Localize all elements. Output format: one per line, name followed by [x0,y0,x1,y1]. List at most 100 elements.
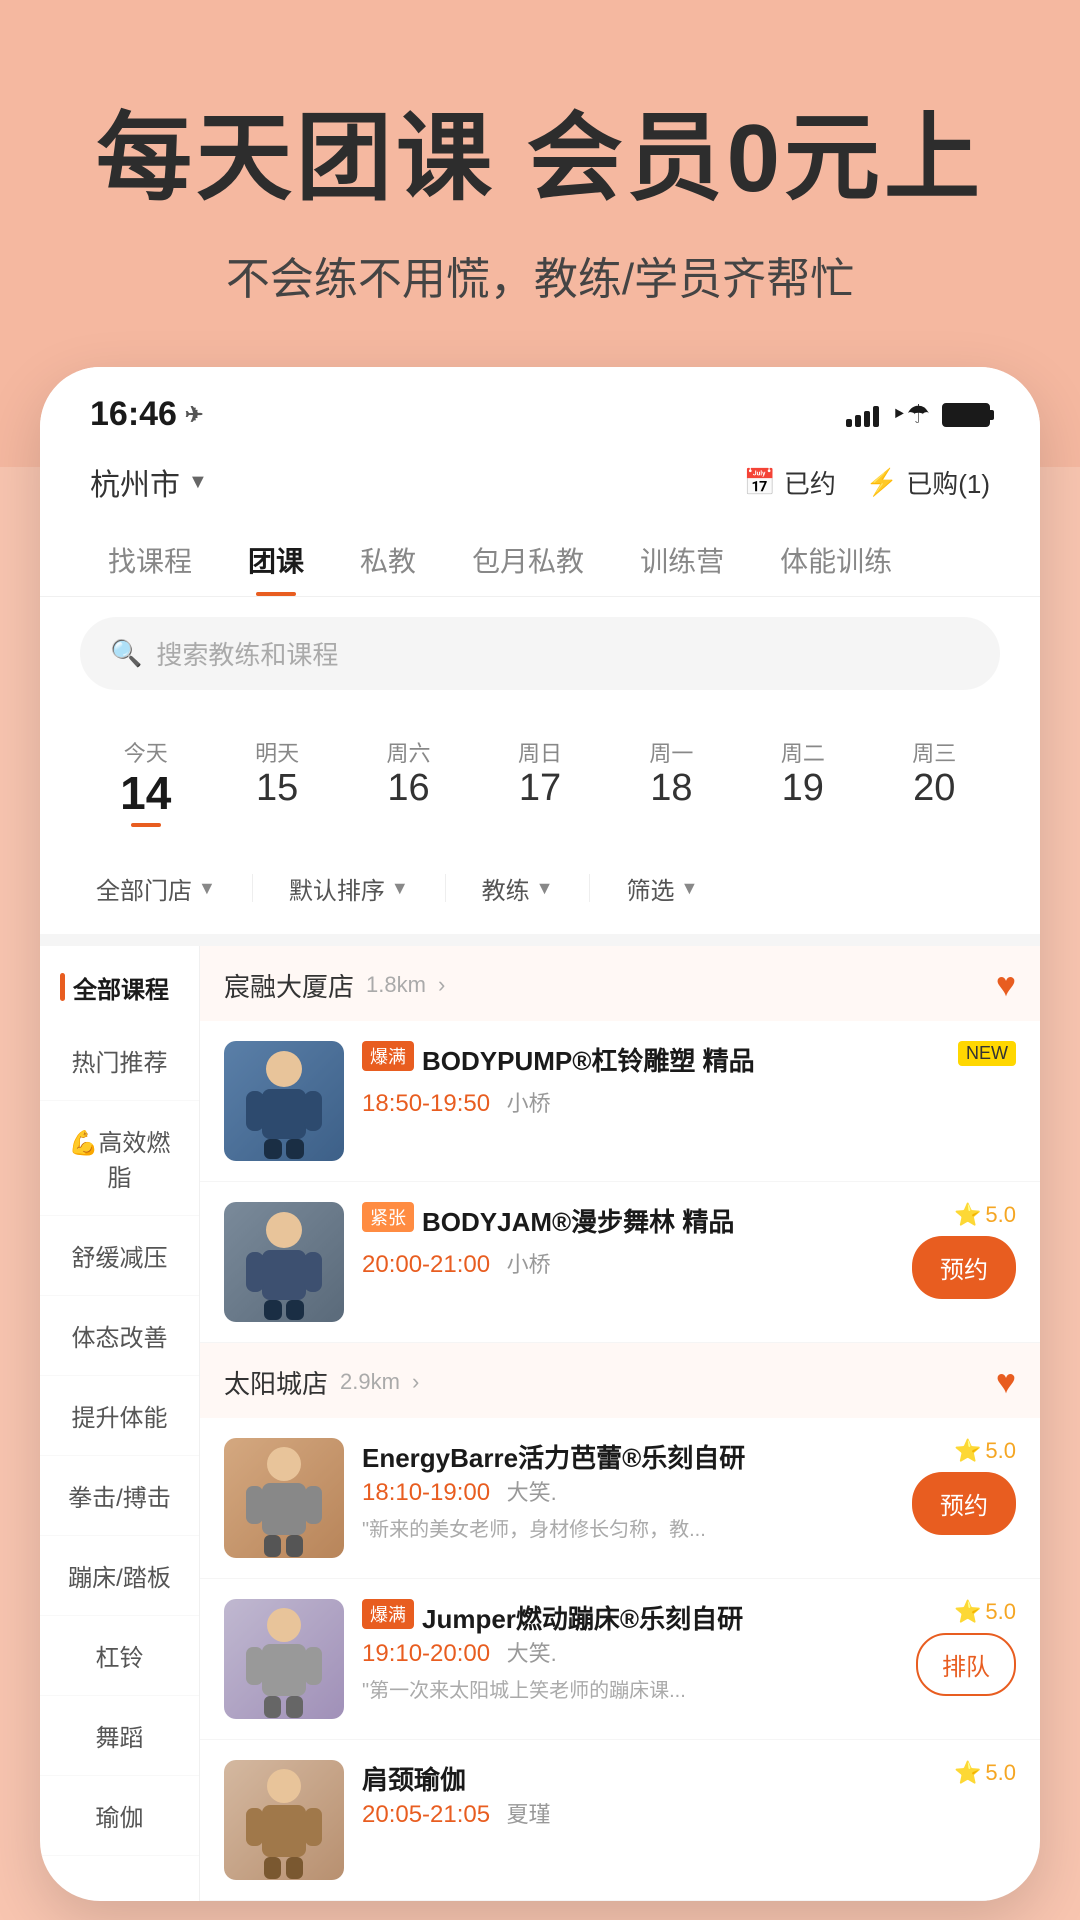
filter-divider-2 [445,874,446,902]
date-today[interactable]: 今天 14 [80,726,211,837]
date-mon[interactable]: 周一 18 [606,726,737,837]
course-title-row-2: 紧张 BODYJAM®漫步舞林 精品 [362,1202,894,1239]
favorite-icon-1[interactable]: ♥ [996,966,1016,1005]
course-card-right-4: ⭐ 5.0 排队 [916,1599,1016,1696]
sidebar-item-yoga[interactable]: 瑜伽 [40,1776,199,1856]
queue-button-4[interactable]: 排队 [916,1633,1016,1696]
course-time-3: 18:10-19:00 [362,1479,490,1506]
course-thumb-3 [224,1438,344,1558]
booked-button[interactable]: 📅 已约 [743,464,835,501]
filter-bar: 全部门店 ▼ 默认排序 ▼ 教练 ▼ 筛选 ▼ [40,853,1040,934]
store-arrow-icon-1: › [438,972,445,998]
star-icon-2: ⭐ [954,1202,981,1228]
filter-coach[interactable]: 教练 ▼ [466,863,570,914]
city-name: 杭州市 [90,460,180,504]
date-sat[interactable]: 周六 16 [343,726,474,837]
date-tomorrow[interactable]: 明天 15 [211,726,342,837]
sidebar-item-popular[interactable]: 热门推荐 [40,1021,199,1101]
course-title-row-5: 肩颈瑜伽 [362,1760,936,1797]
tag-hot-4: 爆满 [362,1599,414,1629]
purchased-label: 已购(1) [906,464,990,501]
content-area: 全部课程 热门推荐 💪高效燃脂 舒缓减压 体态改善 提升体能 拳击/搏击 蹦床/… [40,946,1040,1901]
favorite-icon-2[interactable]: ♥ [996,1363,1016,1402]
city-arrow-icon: ▼ [188,471,208,494]
store-arrow-icon-2: › [412,1369,419,1395]
top-nav: 杭州市 ▼ 📅 已约 ⚡ 已购(1) [40,450,1040,524]
course-meta-2: 20:00-21:00 小桥 [362,1247,894,1279]
star-icon-4: ⭐ [954,1599,981,1625]
tab-fitness-training[interactable]: 体能训练 [752,524,920,596]
search-input[interactable]: 搜索教练和课程 [156,635,338,672]
course-thumb-1 [224,1041,344,1161]
book-button-3[interactable]: 预约 [912,1472,1016,1535]
course-time-4: 19:10-20:00 [362,1640,490,1667]
tab-group-class[interactable]: 团课 [220,524,332,596]
course-card-3: EnergyBarre活力芭蕾®乐刻自研 18:10-19:00 大笑. "新来… [200,1418,1040,1579]
filter-screen[interactable]: 筛选 ▼ [610,863,714,914]
course-time-1: 18:50-19:50 [362,1090,490,1117]
city-selector[interactable]: 杭州市 ▼ [90,460,208,504]
tab-personal-training[interactable]: 私教 [332,524,444,596]
wifi-icon: ‣☂ [891,399,930,430]
filter-sort[interactable]: 默认排序 ▼ [273,863,425,914]
store-info-1[interactable]: 宸融大厦店 1.8km › [224,967,445,1004]
store-info-2[interactable]: 太阳城店 2.9km › [224,1364,419,1401]
course-info-4: 爆满 Jumper燃动蹦床®乐刻自研 19:10-20:00 大笑. "第一次来… [362,1599,898,1703]
signal-icon [846,403,879,427]
course-name-2: BODYJAM®漫步舞林 精品 [422,1202,894,1239]
course-card-5: 肩颈瑜伽 20:05-21:05 夏瑾 ⭐ 5.0 [200,1740,1040,1901]
status-icons: ‣☂ [846,399,990,430]
course-name-4: Jumper燃动蹦床®乐刻自研 [422,1599,898,1636]
sidebar-item-burn-fat[interactable]: 💪高效燃脂 [40,1101,199,1216]
sidebar-item-barbell[interactable]: 杠铃 [40,1616,199,1696]
course-card-right-5: ⭐ 5.0 [954,1760,1016,1786]
sidebar-item-relax[interactable]: 舒缓减压 [40,1216,199,1296]
tab-training-camp[interactable]: 训练营 [612,524,752,596]
course-time-2: 20:00-21:00 [362,1251,490,1278]
date-wed[interactable]: 周三 20 [869,726,1000,837]
date-tue[interactable]: 周二 19 [737,726,868,837]
course-teacher-5: 夏瑾 [507,1802,551,1827]
course-card-1: 爆满 BODYPUMP®杠铃雕塑 精品 NEW 18:50-19:50 小桥 [200,1021,1040,1182]
star-icon-3: ⭐ [954,1438,981,1464]
course-info-3: EnergyBarre活力芭蕾®乐刻自研 18:10-19:00 大笑. "新来… [362,1438,894,1542]
search-bar[interactable]: 🔍 搜索教练和课程 [80,617,1000,690]
filter-screen-arrow: ▼ [680,878,698,899]
sidebar-item-dance[interactable]: 舞蹈 [40,1696,199,1776]
filter-divider-3 [589,874,590,902]
right-content: 宸融大厦店 1.8km › ♥ [200,946,1040,1901]
date-sun[interactable]: 周日 17 [474,726,605,837]
filter-store-arrow: ▼ [198,878,216,899]
course-teacher-3: 大笑. [507,1480,557,1505]
sidebar-accent [60,973,65,1001]
sidebar-item-fitness[interactable]: 提升体能 [40,1376,199,1456]
time-teacher-row-3: 18:10-19:00 大笑. [362,1475,894,1507]
course-title-row-3: EnergyBarre活力芭蕾®乐刻自研 [362,1438,894,1475]
time-teacher-row-2: 20:00-21:00 小桥 [362,1247,551,1279]
star-icon-5: ⭐ [954,1760,981,1786]
sidebar-item-posture[interactable]: 体态改善 [40,1296,199,1376]
book-button-2[interactable]: 预约 [912,1236,1016,1299]
course-meta-1: 18:50-19:50 小桥 [362,1086,1016,1118]
section-divider [40,934,1040,946]
purchase-icon: ⚡ [866,467,898,498]
tab-monthly-pt[interactable]: 包月私教 [444,524,612,596]
star-rating-4: ⭐ 5.0 [954,1599,1016,1625]
star-rating-5: ⭐ 5.0 [954,1760,1016,1786]
tab-find-course[interactable]: 找课程 [80,524,220,596]
star-rating-3: ⭐ 5.0 [954,1438,1016,1464]
sidebar-item-boxing[interactable]: 拳击/搏击 [40,1456,199,1536]
left-sidebar: 全部课程 热门推荐 💪高效燃脂 舒缓减压 体态改善 提升体能 拳击/搏击 蹦床/… [40,946,200,1901]
sidebar-item-trampoline[interactable]: 蹦床/踏板 [40,1536,199,1616]
filter-divider-1 [252,874,253,902]
search-icon: 🔍 [110,638,142,669]
course-info-5: 肩颈瑜伽 20:05-21:05 夏瑾 [362,1760,936,1829]
course-thumb-5 [224,1760,344,1880]
course-card-4: 爆满 Jumper燃动蹦床®乐刻自研 19:10-20:00 大笑. "第一次来… [200,1579,1040,1740]
course-comment-4: "第一次来太阳城上笑老师的蹦床课... [362,1674,898,1703]
course-info-1: 爆满 BODYPUMP®杠铃雕塑 精品 NEW 18:50-19:50 小桥 [362,1041,1016,1118]
purchased-button[interactable]: ⚡ 已购(1) [866,464,990,501]
course-comment-3: "新来的美女老师，身材修长匀称，教... [362,1513,894,1542]
filter-store[interactable]: 全部门店 ▼ [80,863,232,914]
course-card-right-2: ⭐ 5.0 预约 [912,1202,1016,1299]
